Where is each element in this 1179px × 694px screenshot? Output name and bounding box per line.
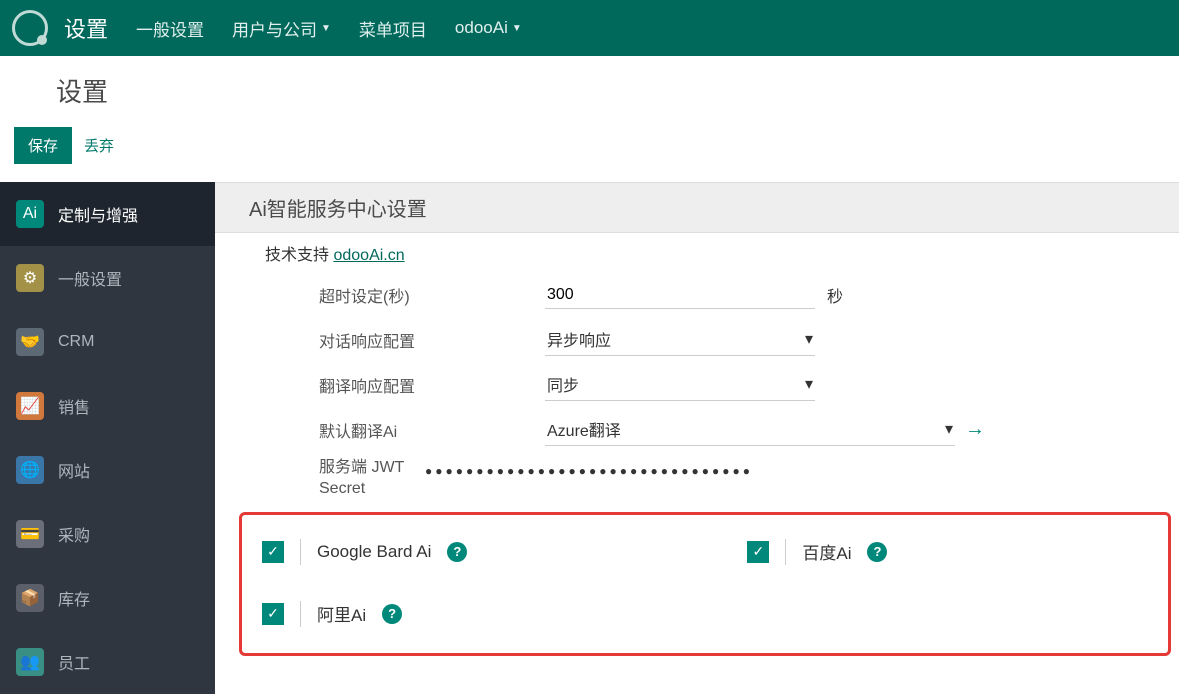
- help-icon[interactable]: ?: [447, 542, 467, 562]
- timeout-unit: 秒: [827, 283, 843, 307]
- nav-item-general[interactable]: 一般设置: [136, 16, 204, 41]
- sidebar-item-sales[interactable]: 📈销售: [0, 374, 215, 438]
- sidebar-item-purchase[interactable]: 💳采购: [0, 502, 215, 566]
- people-icon: 👥: [16, 648, 44, 676]
- sidebar-item-customize[interactable]: Ai定制与增强: [0, 182, 215, 246]
- gear-icon: ⚙: [16, 264, 44, 292]
- card-icon: 💳: [16, 520, 44, 548]
- chat-resp-label: 对话响应配置: [265, 328, 545, 352]
- jwt-value[interactable]: ●●●●●●●●●●●●●●●●●●●●●●●●●●●●●●●●: [425, 458, 753, 478]
- section-title: Ai智能服务中心设置: [215, 182, 1179, 233]
- divider: [785, 539, 786, 565]
- sidebar-item-general[interactable]: ⚙一般设置: [0, 246, 215, 310]
- discard-button[interactable]: 丢弃: [84, 135, 114, 156]
- checkbox-baidu[interactable]: ✓: [747, 541, 769, 563]
- app-title: 设置: [64, 12, 108, 44]
- globe-icon: 🌐: [16, 456, 44, 484]
- caret-down-icon: ▼: [321, 23, 331, 34]
- check-icon: ✓: [267, 543, 279, 560]
- top-nav: 设置 一般设置 用户与公司▼ 菜单项目 odooAi▼: [0, 0, 1179, 56]
- nav-item-menu[interactable]: 菜单项目: [359, 16, 427, 41]
- form-area: 技术支持 odooAi.cn 超时设定(秒) 秒 对话响应配置 异步响应 ▾ 翻…: [215, 233, 1179, 500]
- ai-icon: Ai: [16, 200, 44, 228]
- nav-item-users[interactable]: 用户与公司▼: [232, 16, 331, 41]
- row-jwt: 服务端 JWT Secret ●●●●●●●●●●●●●●●●●●●●●●●●●…: [265, 458, 1145, 500]
- save-button[interactable]: 保存: [14, 127, 72, 164]
- checkbox-google[interactable]: ✓: [262, 541, 284, 563]
- sidebar: Ai定制与增强 ⚙一般设置 🤝CRM 📈销售 🌐网站 💳采购 📦库存 👥员工: [0, 182, 215, 694]
- check-item-baidu: ✓ 百度Ai ?: [747, 539, 887, 565]
- caret-down-icon: ▾: [805, 329, 813, 349]
- action-row: 保存 丢弃: [56, 127, 1179, 164]
- default-trans-select[interactable]: Azure翻译 ▾: [545, 413, 955, 446]
- trans-resp-select[interactable]: 同步 ▾: [545, 368, 815, 401]
- check-item-google: ✓ Google Bard Ai ?: [262, 539, 467, 565]
- highlight-box: ✓ Google Bard Ai ? ✓ 百度Ai ? ✓ 阿里Ai ?: [239, 512, 1171, 656]
- divider: [300, 601, 301, 627]
- sub-header: 设置 保存 丢弃: [0, 56, 1179, 164]
- handshake-icon: 🤝: [16, 328, 44, 356]
- trans-resp-label: 翻译响应配置: [265, 373, 545, 397]
- row-trans-resp: 翻译响应配置 同步 ▾: [265, 368, 1145, 401]
- main-area: Ai定制与增强 ⚙一般设置 🤝CRM 📈销售 🌐网站 💳采购 📦库存 👥员工 A…: [0, 182, 1179, 694]
- check-icon: ✓: [752, 543, 764, 560]
- tech-link[interactable]: odooAi.cn: [333, 247, 404, 264]
- check-label-ali: 阿里Ai: [317, 601, 366, 626]
- chart-icon: 📈: [16, 392, 44, 420]
- check-item-ali: ✓ 阿里Ai ?: [262, 601, 402, 627]
- sidebar-item-employees[interactable]: 👥员工: [0, 630, 215, 694]
- default-trans-label: 默认翻译Ai: [265, 418, 545, 442]
- sidebar-item-inventory[interactable]: 📦库存: [0, 566, 215, 630]
- arrow-right-icon[interactable]: →: [965, 418, 985, 441]
- page-title: 设置: [56, 72, 1179, 109]
- caret-down-icon: ▾: [945, 419, 953, 439]
- jwt-label: 服务端 JWT Secret: [265, 458, 425, 500]
- check-label-baidu: 百度Ai: [802, 539, 851, 564]
- row-chat-resp: 对话响应配置 异步响应 ▾: [265, 323, 1145, 356]
- check-icon: ✓: [267, 605, 279, 622]
- timeout-input[interactable]: [545, 282, 815, 309]
- check-row-1: ✓ Google Bard Ai ? ✓ 百度Ai ?: [262, 539, 1148, 565]
- checkbox-ali[interactable]: ✓: [262, 603, 284, 625]
- timeout-label: 超时设定(秒): [265, 283, 545, 307]
- sidebar-item-crm[interactable]: 🤝CRM: [0, 310, 215, 374]
- caret-down-icon: ▼: [512, 23, 522, 34]
- sidebar-item-website[interactable]: 🌐网站: [0, 438, 215, 502]
- row-timeout: 超时设定(秒) 秒: [265, 279, 1145, 311]
- divider: [300, 539, 301, 565]
- nav-items: 一般设置 用户与公司▼ 菜单项目 odooAi▼: [136, 16, 522, 41]
- check-row-2: ✓ 阿里Ai ?: [262, 601, 1148, 627]
- box-icon: 📦: [16, 584, 44, 612]
- check-label-google: Google Bard Ai: [317, 542, 431, 562]
- help-icon[interactable]: ?: [382, 604, 402, 624]
- help-icon[interactable]: ?: [867, 542, 887, 562]
- chat-resp-select[interactable]: 异步响应 ▾: [545, 323, 815, 356]
- logo-icon[interactable]: [12, 10, 48, 46]
- content: Ai智能服务中心设置 技术支持 odooAi.cn 超时设定(秒) 秒 对话响应…: [215, 182, 1179, 694]
- tech-support: 技术支持 odooAi.cn: [265, 241, 1145, 265]
- row-default-trans: 默认翻译Ai Azure翻译 ▾ →: [265, 413, 1145, 446]
- caret-down-icon: ▾: [805, 374, 813, 394]
- nav-item-odooai[interactable]: odooAi▼: [455, 16, 522, 41]
